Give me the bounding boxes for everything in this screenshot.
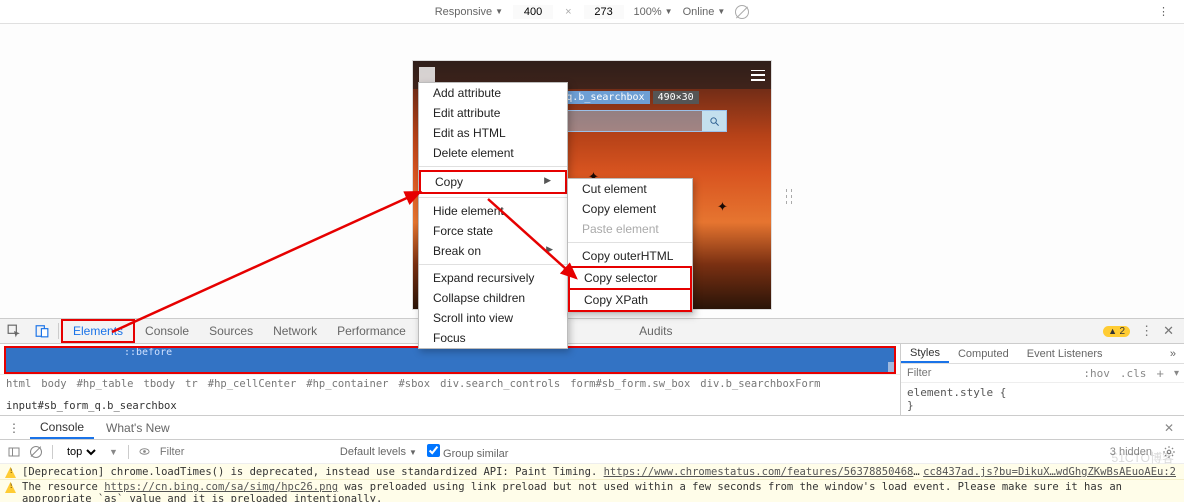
menu-delete-element[interactable]: Delete element	[419, 143, 567, 163]
menu-edit-as-html[interactable]: Edit as HTML	[419, 123, 567, 143]
console-drawer: ⋮ Console What's New ✕ top ▼ Default lev…	[0, 416, 1184, 502]
device-mode-select[interactable]: Responsive▼	[435, 6, 503, 18]
selected-dom-node[interactable]: ::before <input class="b_searchbox" id="…	[4, 346, 896, 374]
clear-console-icon[interactable]	[30, 446, 42, 458]
width-input[interactable]	[513, 5, 553, 19]
styles-filter-input[interactable]	[907, 367, 1078, 379]
console-sidebar-icon[interactable]	[8, 446, 20, 458]
dom-breadcrumbs[interactable]: html body #hp_table tbody tr #hp_cellCen…	[0, 374, 900, 415]
elements-panel: ::before <input class="b_searchbox" id="…	[0, 344, 900, 415]
panel-more-icon[interactable]: ⋮	[1140, 323, 1153, 339]
styles-pin-icon[interactable]: ▾	[1169, 368, 1184, 379]
search-button[interactable]	[702, 111, 726, 131]
console-warning-row[interactable]: The resource https://cn.bing.com/sa/simg…	[0, 480, 1184, 502]
menu-scroll-into-view[interactable]: Scroll into view	[419, 308, 567, 328]
search-icon	[709, 116, 720, 127]
cls-toggle[interactable]: .cls	[1115, 367, 1152, 380]
tab-performance[interactable]: Performance	[327, 319, 416, 343]
menu-copy-selector[interactable]: Copy selector	[568, 266, 692, 290]
device-toggle-icon[interactable]	[28, 319, 56, 343]
menu-copy[interactable]: Copy▶	[419, 170, 567, 194]
menu-break-on[interactable]: Break on▶	[419, 241, 567, 261]
menu-expand-recursively[interactable]: Expand recursively	[419, 268, 567, 288]
zoom-select[interactable]: 100%▼	[634, 6, 673, 18]
device-toolbar: Responsive▼ × 100%▼ Online▼ ⋮	[0, 0, 1184, 24]
element-style-rule[interactable]: element.style {	[907, 386, 1178, 399]
styles-more-tabs-icon[interactable]: »	[1162, 348, 1184, 360]
menu-copy-element[interactable]: Copy element	[568, 199, 692, 219]
warning-source-link[interactable]: cc8437ad.js?bu=DikuX…wdGhgZKwBsAEuoAEu:2	[923, 466, 1176, 478]
copy-submenu: Cut element Copy element Paste element C…	[567, 178, 693, 313]
eye-icon[interactable]	[139, 446, 150, 457]
drawer-tab-whatsnew[interactable]: What's New	[96, 416, 180, 439]
styles-tab-styles[interactable]: Styles	[901, 344, 949, 363]
group-similar-checkbox[interactable]: Group similar	[427, 444, 508, 460]
height-input[interactable]	[584, 5, 624, 19]
drawer-menu-icon[interactable]: ⋮	[0, 421, 28, 435]
menu-copy-outerhtml[interactable]: Copy outerHTML	[568, 246, 692, 266]
throttle-select[interactable]: Online▼	[683, 6, 726, 18]
tab-console[interactable]: Console	[135, 319, 199, 343]
styles-panel: Styles Computed Event Listeners » :hov .…	[900, 344, 1184, 415]
devtools-tabbar: Elements Console Sources Network Perform…	[0, 318, 1184, 344]
console-filter-input[interactable]	[160, 446, 330, 458]
menu-add-attribute[interactable]: Add attribute	[419, 83, 567, 103]
close-devtools-icon[interactable]: ✕	[1163, 323, 1174, 339]
warning-icon	[5, 467, 16, 478]
log-levels-select[interactable]: Default levels ▼	[340, 446, 417, 458]
more-options-icon[interactable]: ⋮	[1158, 5, 1170, 18]
context-select[interactable]: top	[63, 445, 99, 459]
drawer-tab-console[interactable]: Console	[30, 416, 94, 439]
tab-audits[interactable]: Audits	[629, 319, 682, 343]
inspect-element-icon[interactable]	[0, 319, 28, 343]
new-style-rule-icon[interactable]: +	[1151, 366, 1169, 381]
menu-force-state[interactable]: Force state	[419, 221, 567, 241]
console-warning-row[interactable]: cc8437ad.js?bu=DikuX…wdGhgZKwBsAEuoAEu:2…	[0, 465, 1184, 480]
menu-collapse-children[interactable]: Collapse children	[419, 288, 567, 308]
dimension-separator: ×	[565, 6, 571, 18]
watermark-text: 51CTO博客	[1112, 449, 1174, 466]
tab-elements[interactable]: Elements	[61, 319, 135, 343]
hamburger-icon[interactable]	[751, 70, 765, 81]
resize-handle[interactable]	[784, 174, 794, 218]
orientation-icon[interactable]	[735, 5, 749, 19]
site-logo-icon	[419, 67, 435, 83]
hov-toggle[interactable]: :hov	[1078, 367, 1115, 380]
tab-sources[interactable]: Sources	[199, 319, 263, 343]
menu-edit-attribute[interactable]: Edit attribute	[419, 103, 567, 123]
inspect-size-tooltip: 490×30	[653, 91, 699, 104]
scrollbar-thumb[interactable]	[888, 362, 895, 374]
close-drawer-icon[interactable]: ✕	[1154, 421, 1184, 435]
warning-icon	[5, 482, 16, 493]
menu-cut-element[interactable]: Cut element	[568, 179, 692, 199]
menu-paste-element: Paste element	[568, 219, 692, 239]
styles-tab-computed[interactable]: Computed	[949, 344, 1018, 363]
element-context-menu: Add attribute Edit attribute Edit as HTM…	[418, 82, 568, 349]
warnings-count-badge[interactable]: ▲ 2	[1103, 326, 1130, 337]
menu-focus[interactable]: Focus	[419, 328, 567, 348]
menu-hide-element[interactable]: Hide element	[419, 201, 567, 221]
menu-copy-xpath[interactable]: Copy XPath	[568, 288, 692, 312]
tab-network[interactable]: Network	[263, 319, 327, 343]
styles-tab-listeners[interactable]: Event Listeners	[1018, 344, 1112, 363]
